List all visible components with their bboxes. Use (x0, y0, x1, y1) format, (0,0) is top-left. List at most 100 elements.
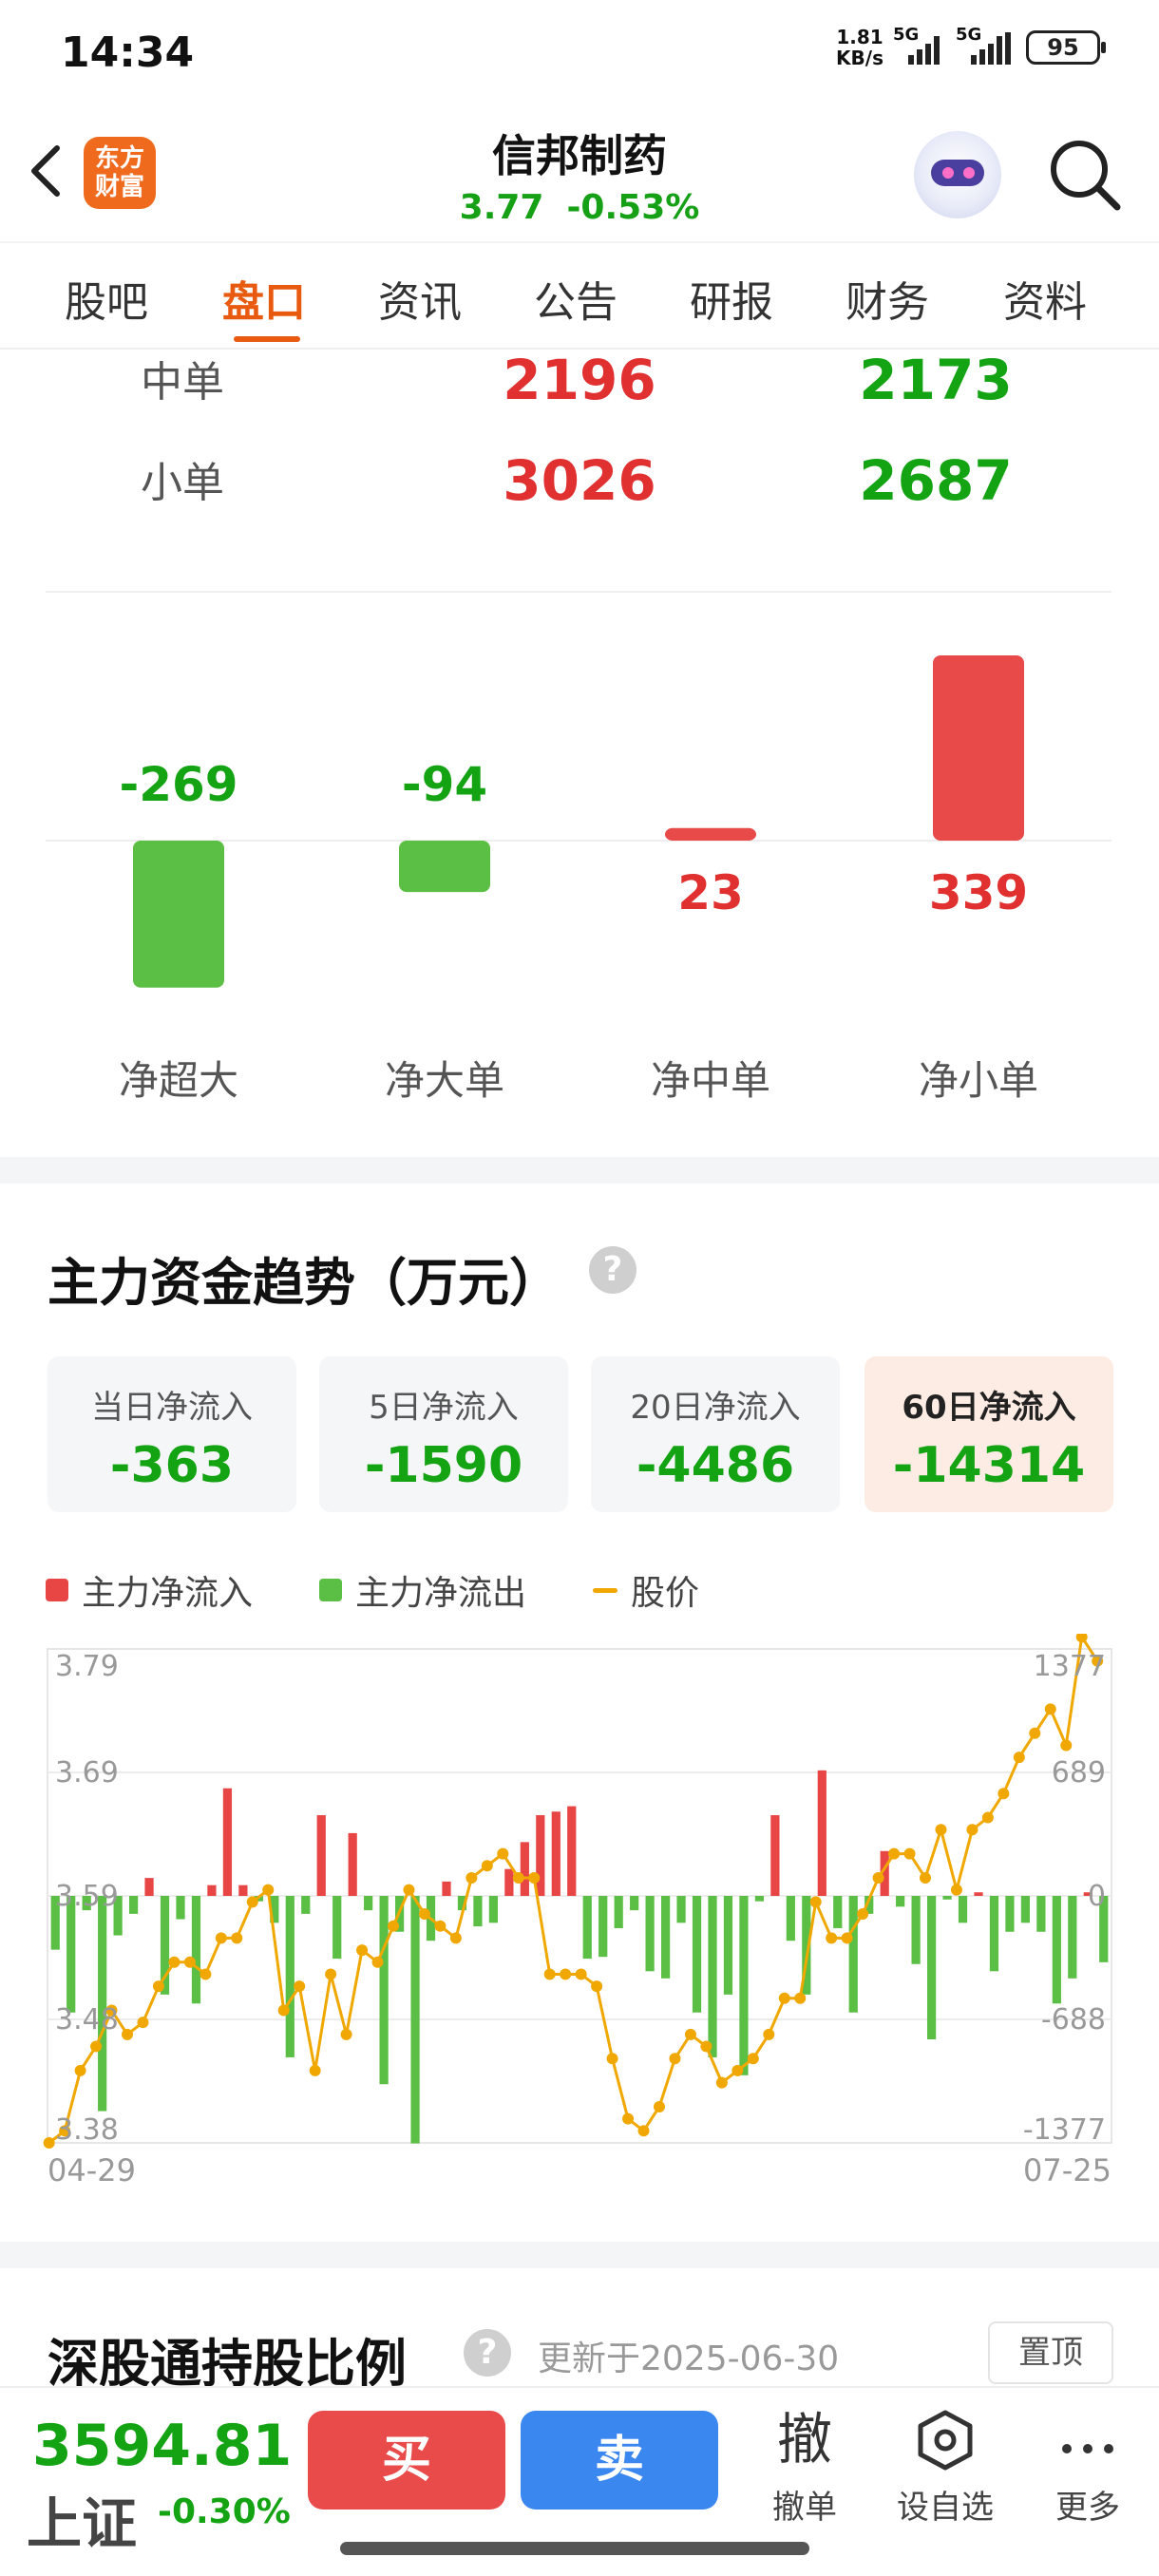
right-axis-tick: 0 (1088, 1880, 1106, 1913)
order-sell-value: 2687 (859, 448, 1013, 513)
stock-price: 3.77 (459, 188, 544, 227)
tab-research[interactable]: 研报 (690, 268, 773, 329)
active-tab-indicator (234, 336, 300, 342)
price-point (449, 1932, 462, 1944)
price-point (215, 1932, 227, 1944)
price-point (715, 2076, 728, 2089)
network-speed-unit: KB/s (836, 47, 884, 69)
price-point (512, 1871, 524, 1884)
battery-icon: 95 (1026, 30, 1106, 65)
index-value[interactable]: 3594.81 (32, 2413, 292, 2479)
signal-icon: 5G (893, 25, 946, 65)
tab-announcements[interactable]: 公告 (534, 268, 618, 329)
flow-bar (1005, 1896, 1015, 1932)
ai-assistant-avatar[interactable] (914, 131, 1001, 218)
price-point (763, 2028, 775, 2040)
add-watchlist-button[interactable]: 设自选 (884, 2401, 1007, 2528)
price-point (403, 1884, 415, 1896)
price-point (981, 1811, 994, 1824)
capital-trend-chart: 3.79 3.69 3.59 3.48 3.38 1377 689 0 -688 -1377 04-… (43, 1634, 1112, 2188)
flow-bar (598, 1896, 608, 1958)
order-row-small: 小单 3026 2687 (0, 448, 1159, 524)
flow-bar (1036, 1896, 1046, 1932)
flow-bar (504, 1868, 514, 1896)
clock: 14:34 (61, 28, 195, 77)
search-icon[interactable] (1045, 135, 1125, 215)
tab-news[interactable]: 资讯 (378, 268, 462, 329)
order-row-medium: 中单 2196 2173 (0, 348, 1159, 424)
home-indicator[interactable] (340, 2542, 809, 2555)
net-bar-value-label: -269 (119, 757, 238, 812)
flow-bar (1052, 1896, 1061, 2004)
flow-bar (207, 1885, 217, 1896)
flow-bar (316, 1815, 326, 1896)
flow-bar (974, 1892, 983, 1896)
flow-bar (786, 1896, 795, 1941)
price-point (935, 1824, 947, 1836)
buy-button[interactable]: 买 (308, 2411, 505, 2510)
pin-top-button[interactable]: 置顶 (988, 2321, 1113, 2384)
price-point (371, 1956, 384, 1968)
flow-card-5day[interactable]: 5日净流入 -1590 (319, 1356, 568, 1512)
price-point (200, 1968, 212, 1980)
flow-bar (754, 1896, 765, 1902)
price-point (637, 2125, 650, 2137)
tab-guba[interactable]: 股吧 (65, 268, 148, 329)
index-name[interactable]: 上证 (27, 2479, 137, 2559)
flow-card-60day[interactable]: 60日净流入 -14314 (864, 1356, 1113, 1512)
flow-bar (817, 1770, 826, 1896)
price-point (246, 1896, 258, 1908)
x-start-label: 04-29 (48, 2152, 136, 2188)
tab-bar: 股吧 盘口 资讯 公告 研报 财务 资料 (0, 241, 1159, 350)
more-button[interactable]: 更多 (1026, 2401, 1150, 2528)
legend-price-label: 股价 (631, 1574, 700, 1613)
price-point (575, 1968, 587, 1980)
right-axis-tick: 689 (1052, 1756, 1106, 1790)
flow-card-20day[interactable]: 20日净流入 -4486 (591, 1356, 840, 1512)
legend-outflow-label: 主力净流出 (355, 1574, 527, 1613)
price-point (528, 1871, 541, 1884)
flow-card-label: 当日净流入 (91, 1389, 253, 1427)
price-point (277, 2004, 290, 2017)
inflow-swatch (46, 1579, 68, 1601)
price-point (309, 2064, 321, 2076)
legend-outflow: 主力净流出 (319, 1565, 526, 1615)
cancel-order-button[interactable]: 撤 撤单 (743, 2401, 866, 2528)
divider (46, 591, 1112, 593)
tab-pankou[interactable]: 盘口 (222, 268, 306, 329)
price-point (654, 2100, 665, 2112)
flow-bar (614, 1896, 623, 1928)
right-axis-tick: 1377 (1034, 1650, 1106, 1683)
flow-bar (488, 1896, 499, 1923)
help-icon[interactable]: ? (464, 2329, 511, 2377)
order-buy-value: 3026 (503, 448, 656, 513)
price-point (684, 2028, 696, 2040)
flow-bar (739, 1896, 749, 2075)
price-point (606, 2053, 618, 2065)
add-watchlist-label: 设自选 (897, 2489, 994, 2527)
flow-card-today[interactable]: 当日净流入 -363 (48, 1356, 296, 1512)
sell-button[interactable]: 卖 (521, 2411, 718, 2510)
sim1-label: 5G (893, 25, 920, 45)
flow-bar (1020, 1896, 1031, 1923)
flow-card-value: -4486 (636, 1437, 795, 1494)
left-axis-tick: 3.38 (55, 2113, 119, 2147)
flow-bar (285, 1896, 294, 2057)
flow-bar (1068, 1896, 1077, 1979)
signal-icon: 5G (956, 25, 1016, 65)
sim2-label: 5G (956, 25, 982, 45)
flow-card-label: 5日净流入 (369, 1389, 519, 1427)
tab-profile[interactable]: 资料 (1003, 268, 1087, 329)
tab-finance[interactable]: 财务 (846, 268, 929, 329)
flow-bar (692, 1896, 702, 2013)
index-change: -0.30% (158, 2492, 291, 2531)
flow-bar (379, 1896, 389, 2085)
net-bar (399, 841, 490, 893)
flow-bar (144, 1878, 154, 1896)
price-point (481, 1860, 493, 1872)
net-bar-category-label: 净小单 (919, 1057, 1038, 1104)
flow-bar (958, 1896, 968, 1923)
help-icon[interactable]: ? (589, 1246, 636, 1294)
section-separator (0, 2242, 1159, 2268)
flow-bar (582, 1896, 592, 1960)
